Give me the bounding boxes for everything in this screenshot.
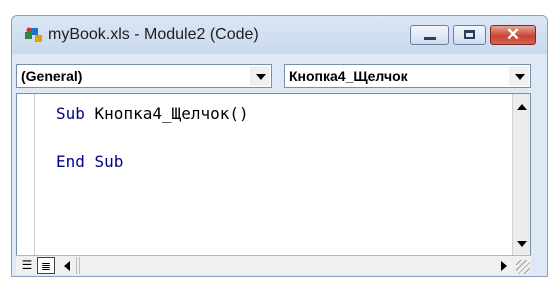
code-keyword: Sub	[56, 104, 85, 123]
scroll-down-icon[interactable]	[513, 237, 530, 252]
code-line: End Sub	[56, 152, 123, 171]
chevron-down-icon[interactable]	[509, 66, 529, 86]
resize-grip-icon[interactable]	[516, 260, 530, 274]
minimize-icon	[424, 37, 436, 40]
procedure-dropdown-value: Кнопка4_Щелчок	[289, 68, 408, 84]
code-editor[interactable]: Sub Кнопка4_Щелчок() End Sub	[16, 93, 531, 273]
breakpoint-margin[interactable]	[17, 94, 35, 272]
code-keyword: End Sub	[56, 152, 124, 171]
full-module-view-icon[interactable]: ≣	[37, 257, 55, 274]
scroll-left-icon[interactable]	[60, 257, 77, 274]
scroll-up-icon[interactable]	[513, 100, 530, 115]
maximize-icon	[464, 30, 475, 39]
scroll-right-icon[interactable]	[495, 257, 511, 274]
code-line: Sub Кнопка4_Щелчок()	[56, 104, 249, 123]
procedure-view-icon[interactable]: ☰	[18, 257, 36, 274]
object-dropdown[interactable]: (General)	[16, 64, 272, 88]
minimize-button[interactable]	[410, 25, 449, 45]
close-icon: ✕	[505, 25, 521, 44]
object-dropdown-value: (General)	[21, 68, 83, 84]
view-bar: ☰ ≣	[16, 255, 531, 275]
code-identifier: Кнопка4_Щелчок()	[84, 104, 249, 123]
procedure-dropdown[interactable]: Кнопка4_Щелчок	[284, 64, 531, 88]
window-title: myBook.xls - Module2 (Code)	[48, 26, 259, 43]
code-text[interactable]: Sub Кнопка4_Щелчок() End Sub	[56, 104, 249, 180]
chevron-down-icon[interactable]	[250, 66, 270, 86]
close-button[interactable]: ✕	[490, 25, 536, 45]
scrollbar-divider	[79, 257, 80, 274]
vertical-scrollbar[interactable]	[512, 94, 530, 272]
title-bar[interactable]: myBook.xls - Module2 (Code) ✕	[12, 16, 547, 54]
code-window: myBook.xls - Module2 (Code) ✕ (General) …	[11, 15, 548, 277]
vba-module-icon	[25, 27, 42, 42]
maximize-button[interactable]	[453, 25, 486, 45]
